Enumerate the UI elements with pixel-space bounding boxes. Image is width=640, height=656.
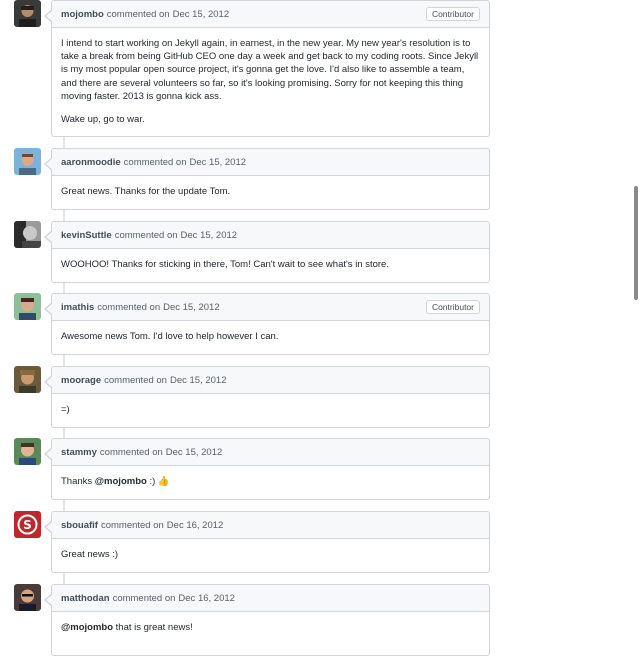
- comment-box: kevinSuttle commented on Dec 15, 2012 WO…: [44, 221, 490, 283]
- comment-box: aaronmoodie commented on Dec 15, 2012 Gr…: [44, 148, 490, 210]
- comment-box: sbouafif commented on Dec 16, 2012 Great…: [44, 511, 490, 573]
- avatar-moorage[interactable]: [14, 366, 41, 393]
- comment-date[interactable]: Dec 16, 2012: [167, 520, 224, 531]
- author-link[interactable]: stammy: [61, 447, 97, 458]
- comment-action: commented on: [123, 156, 187, 168]
- author-link[interactable]: mojombo: [61, 9, 104, 20]
- page-scrollbar[interactable]: [630, 0, 640, 640]
- scrollbar-thumb[interactable]: [634, 186, 638, 300]
- comment-paragraph: =): [61, 404, 70, 415]
- comment-header: aaronmoodie commented on Dec 15, 2012: [52, 149, 489, 176]
- comment-paragraph: @mojombo that is great news!: [61, 621, 480, 634]
- comment-paragraph: I intend to start working on Jekyll agai…: [61, 38, 479, 102]
- comment-header: mojombo commented on Dec 15, 2012 Contri…: [52, 1, 489, 28]
- comment-body: Great news :): [52, 539, 489, 570]
- comment-paragraph: WOOHOO! Thanks for sticking in there, To…: [61, 259, 389, 270]
- author-link[interactable]: sbouafif: [61, 520, 98, 531]
- comment-action: commented on: [104, 374, 167, 386]
- comment-box: stammy commented on Dec 15, 2012 Thanks …: [44, 438, 490, 500]
- author-link[interactable]: matthodan: [61, 593, 110, 604]
- comment-date[interactable]: Dec 15, 2012: [181, 230, 238, 241]
- comment-action: commented on: [97, 301, 161, 313]
- user-mention-link[interactable]: @mojombo: [95, 476, 147, 487]
- avatar-matthodan[interactable]: [14, 584, 41, 611]
- comment-body: I intend to start working on Jekyll agai…: [52, 28, 489, 135]
- comment-box: mojombo commented on Dec 15, 2012 Contri…: [44, 0, 490, 137]
- contributor-badge: Contributor: [425, 7, 480, 21]
- comment-paragraph: Thanks @mojombo :) 👍: [61, 475, 480, 488]
- comment-body: @mojombo that is great news!: [52, 612, 489, 643]
- comment-action: commented on: [112, 592, 176, 604]
- avatar-kevinsuttle[interactable]: [14, 221, 41, 248]
- user-mention-link[interactable]: @mojombo: [61, 622, 113, 633]
- comment-header: sbouafif commented on Dec 16, 2012: [52, 512, 489, 539]
- svg-text:S: S: [23, 518, 32, 532]
- comment-body: Great news. Thanks for the update Tom.: [52, 176, 489, 207]
- comment-date[interactable]: Dec 15, 2012: [190, 157, 247, 168]
- comment-date[interactable]: Dec 15, 2012: [163, 302, 220, 313]
- comment-header: stammy commented on Dec 15, 2012: [52, 439, 489, 466]
- avatar-stammy[interactable]: [14, 438, 41, 465]
- comment-date[interactable]: Dec 15, 2012: [173, 9, 230, 20]
- comment-paragraph: Great news. Thanks for the update Tom.: [61, 186, 231, 197]
- author-link[interactable]: aaronmoodie: [61, 157, 121, 168]
- avatar-aaronmoodie[interactable]: [14, 148, 41, 175]
- comment-text: Thanks: [61, 476, 95, 487]
- comment-action: commented on: [99, 446, 163, 458]
- comment-text: :) 👍: [146, 476, 170, 487]
- avatar-mojombo[interactable]: [14, 0, 41, 27]
- avatar-imathis[interactable]: [14, 293, 41, 320]
- comment-box: imathis commented on Dec 15, 2012 Contri…: [44, 293, 490, 355]
- comment-date[interactable]: Dec 16, 2012: [178, 593, 235, 604]
- comment-body: Thanks @mojombo :) 👍: [52, 466, 489, 497]
- comment-action: commented on: [106, 8, 170, 20]
- comment-box: matthodan commented on Dec 16, 2012 @moj…: [44, 584, 490, 656]
- comment-header: moorage commented on Dec 15, 2012: [52, 367, 489, 394]
- comment-paragraph: Great news :): [61, 549, 119, 560]
- comment-text: that is great news!: [113, 622, 193, 633]
- comment-body: Awesome news Tom. I'd love to help howev…: [52, 321, 489, 352]
- comment-action: commented on: [114, 229, 178, 241]
- author-link[interactable]: imathis: [61, 302, 94, 313]
- comment-action: commented on: [100, 519, 164, 531]
- comment-box: moorage commented on Dec 15, 2012 =): [44, 366, 490, 428]
- comment-date[interactable]: Dec 15, 2012: [166, 447, 223, 458]
- comment-header: matthodan commented on Dec 16, 2012: [52, 585, 489, 612]
- comment-paragraph: Awesome news Tom. I'd love to help howev…: [61, 331, 279, 342]
- author-link[interactable]: moorage: [61, 375, 101, 386]
- comment-header: imathis commented on Dec 15, 2012 Contri…: [52, 294, 489, 321]
- contributor-badge: Contributor: [425, 300, 480, 314]
- author-link[interactable]: kevinSuttle: [61, 230, 112, 241]
- comment-date[interactable]: Dec 15, 2012: [170, 375, 227, 386]
- comment-paragraph: Wake up, go to war.: [61, 114, 145, 126]
- comment-header: kevinSuttle commented on Dec 15, 2012: [52, 222, 489, 249]
- comment-body: =): [52, 394, 489, 425]
- comment-body: WOOHOO! Thanks for sticking in there, To…: [52, 249, 489, 280]
- avatar-sbouafif[interactable]: S: [14, 511, 41, 538]
